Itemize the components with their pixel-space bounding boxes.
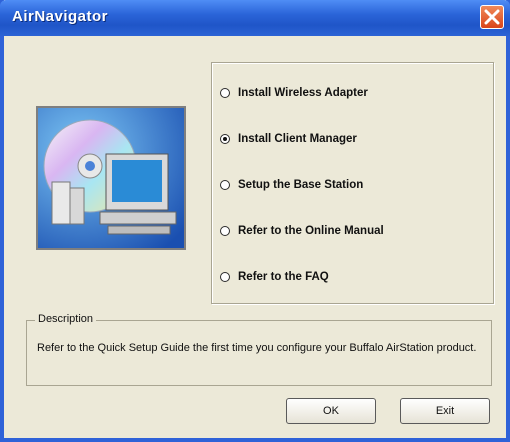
window-title: AirNavigator (12, 8, 109, 25)
exit-button[interactable]: Exit (400, 398, 490, 424)
option-install-client-manager[interactable]: Install Client Manager (220, 129, 357, 149)
radio-button[interactable] (220, 88, 230, 98)
option-label: Setup the Base Station (238, 179, 364, 191)
description-text: Refer to the Quick Setup Guide the first… (37, 342, 477, 354)
description-legend: Description (35, 313, 97, 325)
radio-button-selected[interactable] (220, 134, 230, 144)
install-options-group: Install Wireless Adapter Install Client … (211, 62, 494, 304)
close-button[interactable] (480, 5, 504, 29)
cd-computer-icon (38, 108, 184, 248)
radio-button[interactable] (220, 272, 230, 282)
option-online-manual[interactable]: Refer to the Online Manual (220, 221, 384, 241)
option-install-wireless-adapter[interactable]: Install Wireless Adapter (220, 83, 368, 103)
option-label: Install Wireless Adapter (238, 87, 368, 99)
option-label: Refer to the FAQ (238, 271, 329, 283)
option-label: Refer to the Online Manual (238, 225, 384, 237)
option-faq[interactable]: Refer to the FAQ (220, 267, 329, 287)
option-label: Install Client Manager (238, 133, 357, 145)
title-bar[interactable]: AirNavigator (0, 0, 510, 36)
description-group: Description Refer to the Quick Setup Gui… (26, 313, 492, 386)
radio-button[interactable] (220, 180, 230, 190)
option-setup-base-station[interactable]: Setup the Base Station (220, 175, 363, 195)
product-illustration (36, 106, 186, 250)
ok-button[interactable]: OK (286, 398, 376, 424)
close-icon (484, 9, 500, 25)
airnavigator-window: AirNavigator Install Wireless Adapter In… (0, 0, 510, 442)
radio-button[interactable] (220, 226, 230, 236)
